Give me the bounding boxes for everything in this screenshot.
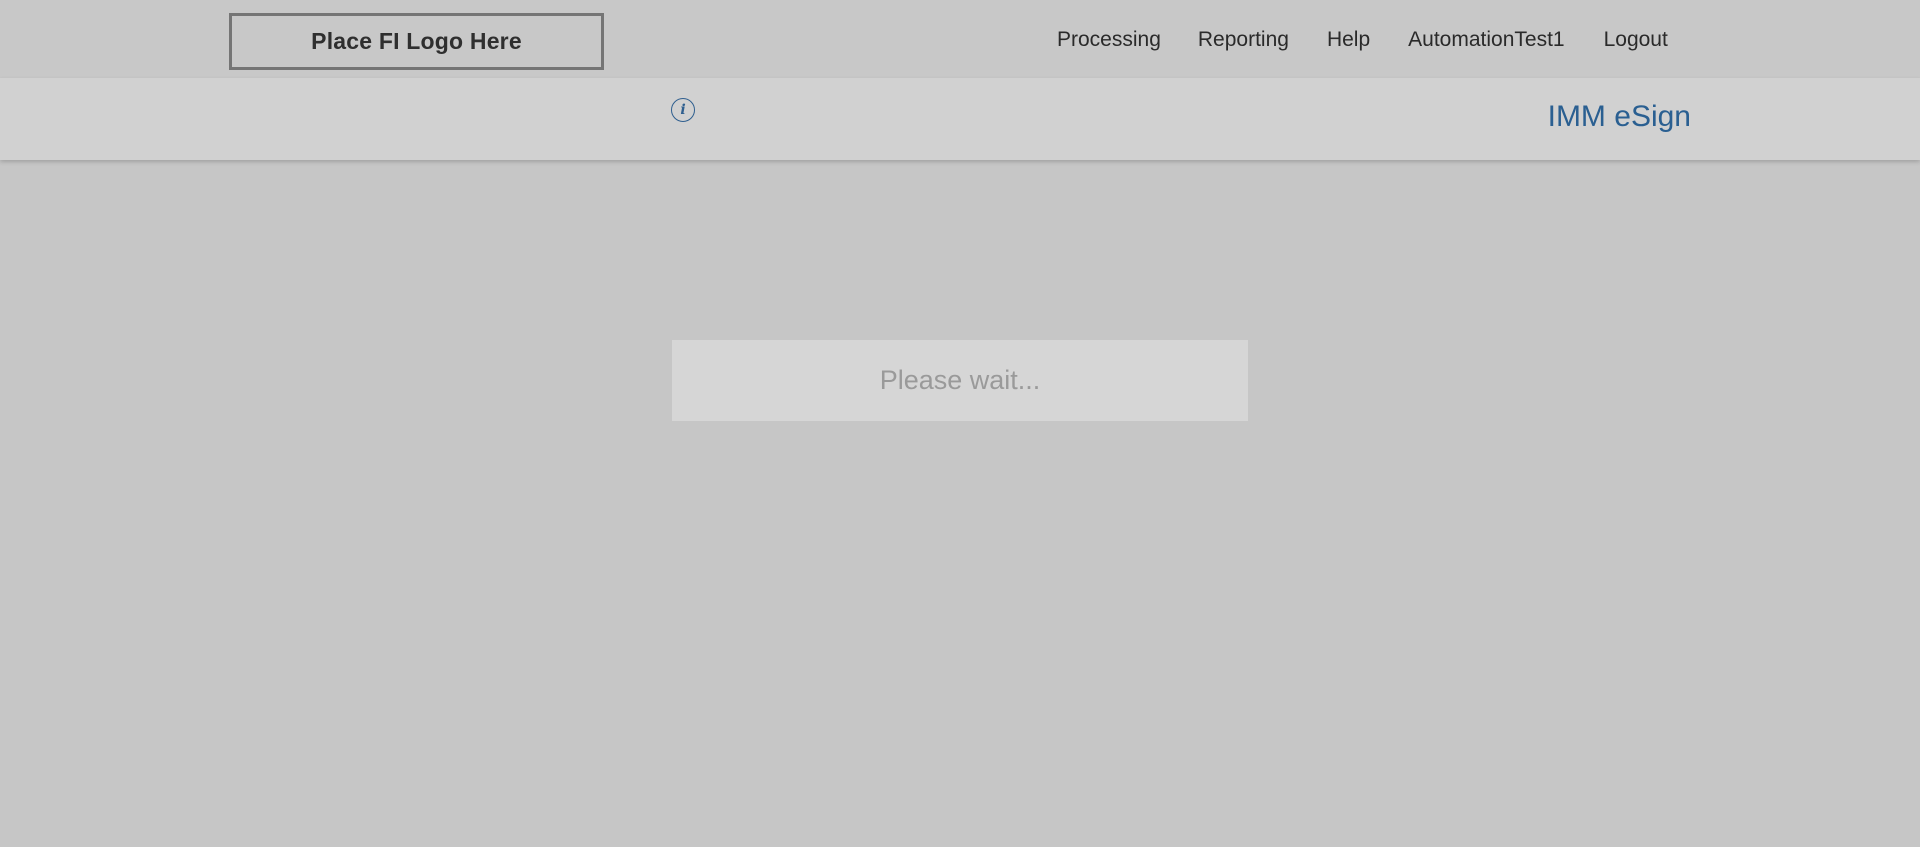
nav-processing[interactable]: Processing <box>1057 28 1161 52</box>
info-icon-glyph: i <box>680 102 686 118</box>
main-nav: Processing Reporting Help AutomationTest… <box>1057 28 1668 52</box>
logo-placeholder[interactable]: Place FI Logo Here <box>229 13 604 70</box>
nav-logout[interactable]: Logout <box>1604 28 1668 52</box>
logo-text: Place FI Logo Here <box>311 28 522 54</box>
nav-reporting[interactable]: Reporting <box>1198 28 1289 52</box>
nav-help[interactable]: Help <box>1327 28 1370 52</box>
loading-dialog: Please wait... <box>672 340 1248 421</box>
top-navigation-bar: Place FI Logo Here Processing Reporting … <box>0 0 1920 78</box>
brand-title: IMM eSign <box>1547 100 1691 133</box>
nav-user-account[interactable]: AutomationTest1 <box>1408 28 1564 52</box>
info-icon[interactable]: i <box>671 98 695 122</box>
loading-message: Please wait... <box>879 365 1041 395</box>
sub-header-bar: i IMM eSign <box>0 78 1920 160</box>
